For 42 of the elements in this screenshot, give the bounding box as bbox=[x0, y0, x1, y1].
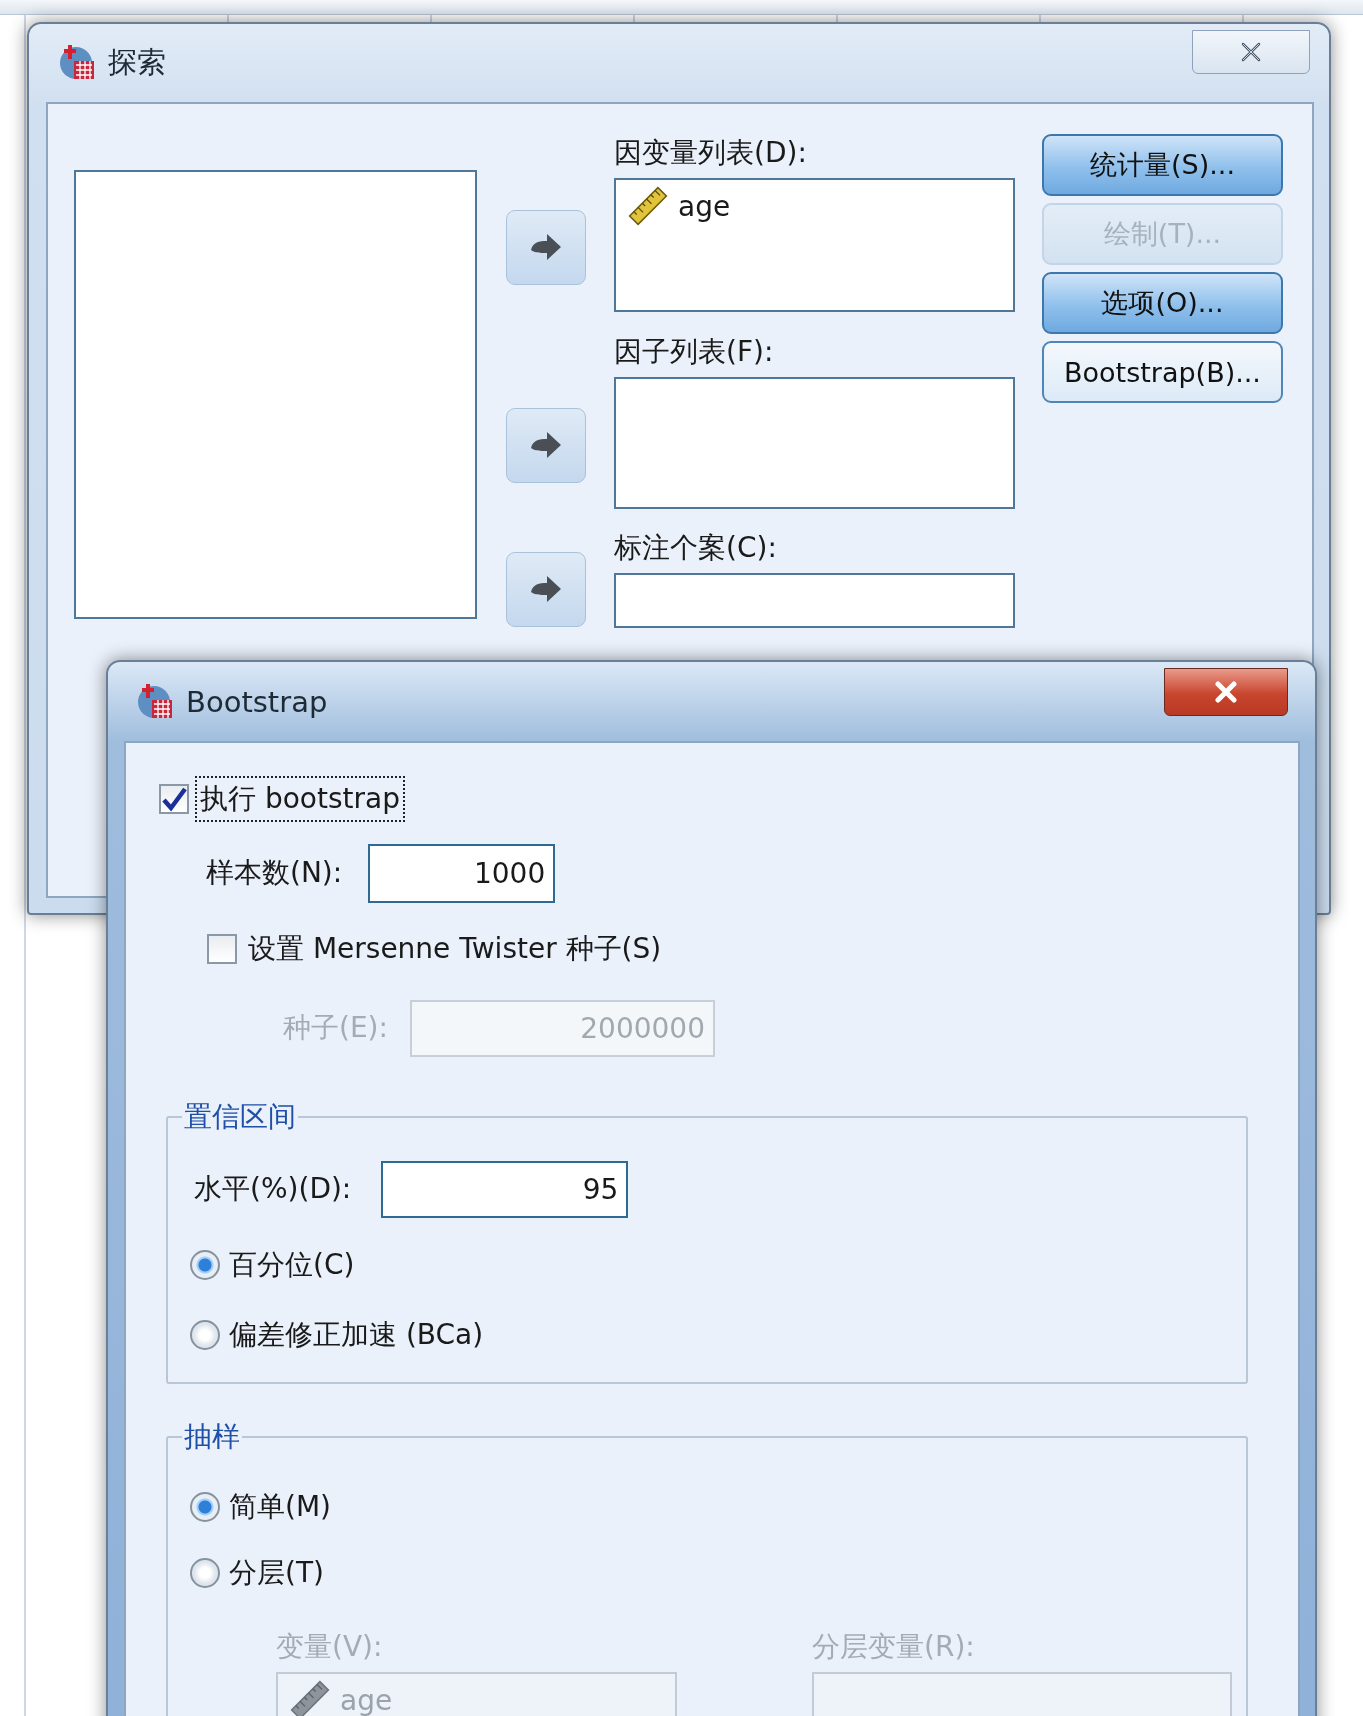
field-label: 因变量列表(D): bbox=[614, 135, 808, 171]
field-label: 变量(V): bbox=[276, 1629, 384, 1665]
dialog-button[interactable]: 选项(O)... bbox=[1042, 272, 1283, 334]
group-title: 抽样 bbox=[183, 1419, 241, 1455]
group-title: 置信区间 bbox=[183, 1099, 297, 1135]
sample-count-field[interactable]: 1000 bbox=[368, 843, 556, 903]
field-label: 标注个案(C): bbox=[614, 530, 778, 566]
arrow-icon bbox=[529, 232, 563, 263]
move-button[interactable] bbox=[506, 408, 586, 483]
move-button[interactable] bbox=[506, 210, 586, 285]
radio-button[interactable] bbox=[190, 1558, 220, 1588]
window-title: 探索 bbox=[108, 44, 166, 81]
radio-label[interactable]: 分层(T) bbox=[229, 1554, 324, 1592]
level-field[interactable]: 95 bbox=[381, 1160, 629, 1218]
field-label: 分层变量(R): bbox=[812, 1629, 976, 1665]
factor-list[interactable] bbox=[614, 377, 1015, 509]
radio-label[interactable]: 百分位(C) bbox=[229, 1246, 355, 1284]
label-field[interactable] bbox=[614, 573, 1015, 628]
list-item[interactable]: age bbox=[628, 186, 1001, 226]
field-label: 水平(%)(D): bbox=[194, 1171, 352, 1207]
field-label: 样本数(N): bbox=[206, 855, 343, 891]
arrow-icon bbox=[529, 574, 563, 605]
dependent-list[interactable]: age bbox=[614, 178, 1015, 312]
radio-button[interactable] bbox=[190, 1250, 220, 1280]
radio-label[interactable]: 偏差修正加速 (BCa) bbox=[229, 1316, 484, 1354]
dialog-button[interactable]: Bootstrap(B)... bbox=[1042, 341, 1283, 403]
checkbox-label[interactable]: 执行 bootstrap bbox=[195, 776, 405, 822]
check-icon bbox=[161, 786, 187, 812]
radio-button[interactable] bbox=[190, 1492, 220, 1522]
checkbox-label[interactable]: 设置 Mersenne Twister 种子(S) bbox=[243, 926, 667, 972]
radio-label[interactable]: 简单(M) bbox=[229, 1488, 331, 1526]
field-label: 因子列表(F): bbox=[614, 334, 775, 370]
arrow-icon bbox=[529, 430, 563, 461]
move-button[interactable] bbox=[506, 552, 586, 627]
close-button[interactable] bbox=[1164, 668, 1288, 716]
checkbox[interactable] bbox=[159, 784, 189, 814]
close-icon bbox=[1213, 681, 1239, 703]
radio-button[interactable] bbox=[190, 1320, 220, 1350]
window-title: Bootstrap bbox=[186, 684, 328, 719]
dialog-button[interactable]: 统计量(S)... bbox=[1042, 134, 1283, 196]
field-label: 种子(E): bbox=[283, 1010, 388, 1046]
checkbox[interactable] bbox=[207, 934, 237, 964]
